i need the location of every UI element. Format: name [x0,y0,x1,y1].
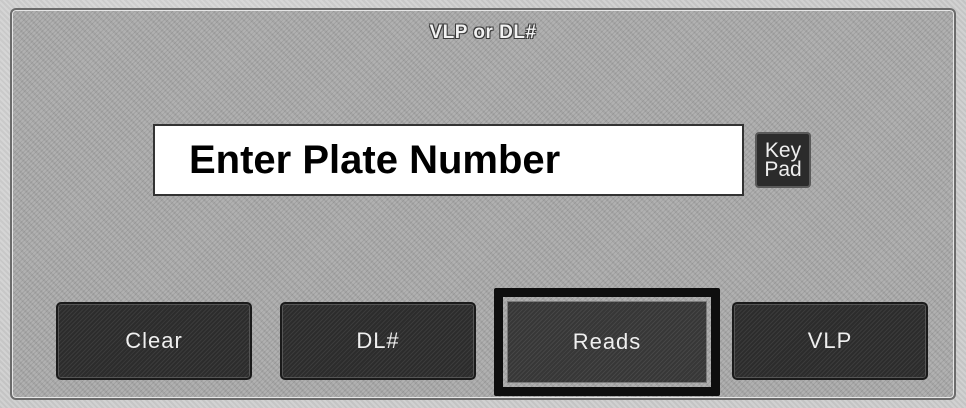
plate-number-input[interactable] [153,124,744,196]
panel-title: VLP or DL# [429,22,537,43]
dl-number-button-label: DL# [356,328,400,353]
clear-button[interactable]: Clear [56,302,252,380]
reads-button-label: Reads [572,329,642,354]
keypad-button[interactable]: Key Pad [755,132,811,188]
dl-number-button[interactable]: DL# [280,302,476,380]
clear-button-label: Clear [125,328,183,353]
plate-entry-panel: VLP or DL# Key Pad Clear DL# Reads VLP [10,8,956,400]
vlp-button[interactable]: VLP [732,302,928,380]
reads-button-face: Reads [507,301,707,383]
reads-button[interactable]: Reads [494,288,720,396]
window-background: VLP or DL# Key Pad Clear DL# Reads VLP [0,0,966,408]
keypad-label-line2: Pad [764,158,802,181]
vlp-button-label: VLP [807,328,853,353]
